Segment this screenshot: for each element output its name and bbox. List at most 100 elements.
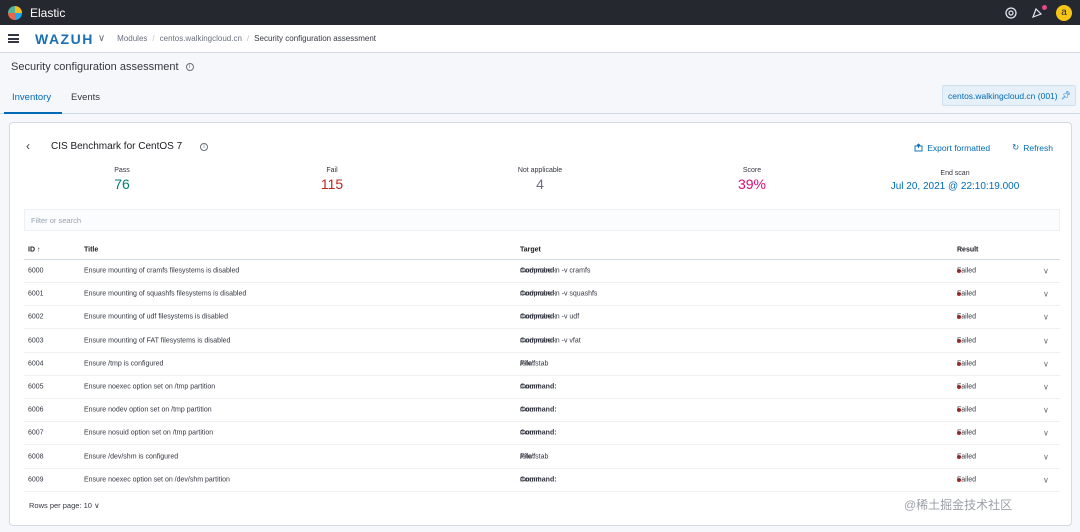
target-value: /etc/fstab	[520, 453, 549, 461]
tab-events[interactable]: Events	[71, 92, 100, 103]
expand-chevron-icon[interactable]: ∨	[1043, 406, 1049, 415]
result-label: Failed	[957, 453, 977, 461]
info-icon[interactable]: i	[200, 143, 208, 151]
table-row[interactable]: 6004 Ensure /tmp is configured File: /etc/…	[24, 353, 1060, 376]
expand-chevron-icon[interactable]: ∨	[1043, 290, 1049, 299]
result-label: Failed	[957, 267, 977, 275]
expand-chevron-icon[interactable]: ∨	[1043, 359, 1049, 368]
tab-bar: Inventory Events	[0, 86, 1080, 114]
result-label: Failed	[957, 337, 977, 345]
stat-score: Score 39%	[722, 167, 782, 192]
rows-per-page-label: Rows per page: 10	[29, 501, 92, 510]
row-result: Failed	[957, 291, 976, 298]
elastic-logo-icon[interactable]	[8, 5, 22, 20]
expand-chevron-icon[interactable]: ∨	[1043, 452, 1049, 461]
table-row[interactable]: 6009 Ensure noexec option set on /dev/shm…	[24, 469, 1060, 492]
row-title: Ensure /dev/shm is configured	[84, 453, 179, 461]
row-title: Ensure mounting of cramfs filesystems is…	[84, 267, 240, 275]
row-title: Ensure mounting of squashfs filesystems …	[84, 290, 247, 298]
back-arrow-icon[interactable]: ‹	[26, 139, 30, 153]
result-label: Failed	[957, 290, 977, 298]
target-value: modprobe -n -v squashfs	[520, 290, 598, 298]
stat-end-scan: End scan Jul 20, 2021 @ 22:10:19.000	[880, 170, 1030, 192]
row-result: Failed	[957, 476, 976, 483]
wazuh-logo[interactable]: WAZUH	[35, 31, 94, 47]
stat-value: 39%	[737, 176, 767, 192]
pin-icon[interactable]: 📌︎	[1061, 91, 1071, 100]
row-result: Failed	[957, 384, 976, 391]
notification-dot	[1042, 4, 1047, 10]
breadcrumb-separator: /	[246, 34, 250, 43]
breadcrumb-modules[interactable]: Modules	[117, 34, 147, 43]
result-label: Failed	[957, 383, 977, 391]
refresh-icon: ↻	[1012, 142, 1020, 152]
row-id: 6003	[28, 337, 44, 345]
expand-chevron-icon[interactable]: ∨	[1043, 475, 1049, 484]
stat-label: End scan	[940, 170, 970, 177]
row-result: Failed	[957, 407, 976, 414]
row-result: Failed	[957, 453, 976, 460]
expand-chevron-icon[interactable]: ∨	[1043, 336, 1049, 345]
column-header-id[interactable]: ID ↑	[28, 246, 40, 253]
rows-per-page-select[interactable]: Rows per page: 10 ∨	[29, 501, 100, 510]
row-title: Ensure nodev option set on /tmp partitio…	[84, 406, 212, 414]
export-label: Export formatted	[927, 142, 991, 153]
stat-label: Not applicable	[517, 167, 563, 174]
newsfeed-icon[interactable]	[1030, 4, 1047, 20]
table-row[interactable]: 6008 Ensure /dev/shm is configured File: /…	[24, 446, 1060, 469]
stat-label: Pass	[114, 167, 130, 174]
stats-row: Pass 76 Fail 115 Not applicable 4 Score …	[10, 167, 1073, 201]
stat-label: Fail	[326, 167, 338, 174]
target-value: modprobe -n -v cramfs	[520, 267, 591, 275]
expand-chevron-icon[interactable]: ∨	[1043, 429, 1049, 438]
table-row[interactable]: 6003 Ensure mounting of FAT filesystems i…	[24, 330, 1060, 353]
filter-search-input[interactable]: Filter or search	[24, 209, 1060, 231]
info-icon[interactable]: i	[185, 63, 194, 71]
refresh-label: Refresh	[1023, 142, 1053, 153]
refresh-button[interactable]: ↻ Refresh	[1012, 142, 1053, 153]
breadcrumb-current: Security configuration assessment	[254, 34, 376, 43]
table-header: ID ↑ Title Target Result	[24, 240, 1060, 260]
column-header-target[interactable]: Target	[520, 246, 541, 253]
table-row[interactable]: 6005 Ensure noexec option set on /tmp par…	[24, 376, 1060, 399]
row-id: 6007	[28, 429, 44, 437]
breadcrumb: Modules / centos.walkingcloud.cn / Secur…	[117, 34, 376, 43]
row-result: Failed	[957, 360, 976, 367]
row-result: Failed	[957, 268, 976, 275]
target-value: mount	[520, 429, 540, 437]
watermark: @稀土掘金技术社区	[904, 498, 1013, 512]
agent-selector[interactable]: centos.walkingcloud.cn (001) 📌︎	[942, 85, 1076, 106]
menu-icon[interactable]	[8, 34, 19, 43]
stat-value: Jul 20, 2021 @ 22:10:19.000	[890, 181, 1020, 192]
expand-chevron-icon[interactable]: ∨	[1043, 383, 1049, 392]
expand-chevron-icon[interactable]: ∨	[1043, 267, 1049, 276]
row-title: Ensure mounting of udf filesystems is di…	[84, 313, 228, 321]
stat-value: 4	[536, 176, 544, 192]
result-label: Failed	[957, 360, 977, 368]
result-label: Failed	[957, 406, 977, 414]
row-title: Ensure noexec option set on /tmp partiti…	[84, 383, 216, 391]
active-tab-indicator	[4, 112, 62, 114]
chevron-down-icon[interactable]: ∨	[98, 33, 105, 44]
target-value: mount	[520, 476, 540, 484]
table-row[interactable]: 6000 Ensure mounting of cramfs filesystem…	[24, 260, 1060, 283]
table-row[interactable]: 6007 Ensure nosuid option set on /tmp par…	[24, 422, 1060, 446]
help-icon[interactable]	[1004, 6, 1018, 20]
row-id: 6009	[28, 476, 44, 484]
table-row[interactable]: 6006 Ensure nodev option set on /tmp part…	[24, 399, 1060, 423]
row-title: Ensure /tmp is configured	[84, 360, 164, 368]
table-row[interactable]: 6002 Ensure mounting of udf filesystems i…	[24, 306, 1060, 330]
table-row[interactable]: 6001 Ensure mounting of squashfs filesyst…	[24, 283, 1060, 307]
stat-label: Score	[742, 167, 762, 174]
target-value: modprobe -n -v udf	[520, 313, 580, 321]
export-formatted-button[interactable]: Export formatted	[914, 142, 990, 153]
expand-chevron-icon[interactable]: ∨	[1043, 313, 1049, 322]
breadcrumb-agent[interactable]: centos.walkingcloud.cn	[160, 34, 242, 43]
stat-not-applicable: Not applicable 4	[500, 167, 580, 192]
row-id: 6004	[28, 360, 44, 368]
column-header-result[interactable]: Result	[957, 246, 978, 253]
user-avatar[interactable]: a	[1056, 4, 1072, 21]
column-header-title[interactable]: Title	[84, 246, 98, 253]
tab-inventory[interactable]: Inventory	[12, 92, 51, 103]
row-result: Failed	[957, 430, 976, 437]
